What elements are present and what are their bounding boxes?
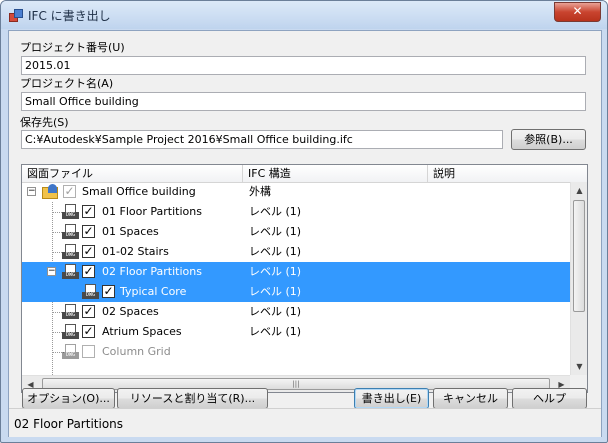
ifc-structure: レベル (1) <box>249 225 302 238</box>
dwg-icon: DWG <box>62 224 79 240</box>
ifc-structure: レベル (1) <box>249 205 302 218</box>
tree-row[interactable]: DWG ✓ 01 Spaces レベル (1) <box>22 222 570 242</box>
scroll-up-icon[interactable]: ▲ <box>571 182 587 199</box>
folder-icon <box>42 184 60 200</box>
tree-row-selected[interactable]: DWG ✓ Typical Core レベル (1) <box>22 282 570 302</box>
drawing-name: Small Office building <box>82 185 196 198</box>
ifc-structure: レベル (1) <box>249 285 302 298</box>
help-button[interactable]: ヘルプ <box>512 388 587 409</box>
drawing-name: 01 Spaces <box>102 225 159 238</box>
dwg-icon: DWG <box>62 324 79 340</box>
collapse-icon[interactable]: − <box>27 187 36 196</box>
project-number-field[interactable]: 2015.01 <box>21 56 586 75</box>
ifc-structure: レベル (1) <box>249 265 302 278</box>
ifc-structure: レベル (1) <box>249 325 302 338</box>
checkbox[interactable]: ✓ <box>82 325 95 338</box>
collapse-icon[interactable]: − <box>47 267 56 276</box>
drawing-name: 02 Spaces <box>102 305 159 318</box>
checkbox[interactable]: ✓ <box>82 245 95 258</box>
title-bar[interactable]: IFC に書き出し ✕ <box>1 1 607 29</box>
tree-row[interactable]: DWG ✓ 01 Floor Partitions レベル (1) <box>22 202 570 222</box>
vertical-scrollbar[interactable]: ▲ ▼ <box>570 182 587 375</box>
drawing-name: Atrium Spaces <box>102 325 182 338</box>
drawing-name: Column Grid <box>102 345 171 358</box>
tree-row[interactable]: DWG Column Grid <box>22 342 570 362</box>
checkbox[interactable]: ✓ <box>82 305 95 318</box>
close-icon: ✕ <box>572 4 583 18</box>
drawing-name: Typical Core <box>120 285 187 298</box>
tree-row-selected[interactable]: − DWG ✓ 02 Floor Partitions レベル (1) <box>22 262 570 282</box>
dialog-body: プロジェクト番号(U) 2015.01 プロジェクト名(A) Small Off… <box>8 30 602 437</box>
checkbox[interactable]: ✓ <box>82 265 95 278</box>
checkbox[interactable] <box>82 345 95 358</box>
checkbox[interactable]: ✓ <box>82 205 95 218</box>
dwg-icon: DWG <box>62 244 79 260</box>
ifc-structure: 外構 <box>249 185 271 198</box>
dwg-icon: DWG <box>82 284 99 300</box>
column-header-description[interactable]: 説明 <box>428 165 587 182</box>
export-button[interactable]: 書き出し(E) <box>354 388 429 409</box>
dwg-icon: DWG <box>62 264 79 280</box>
vertical-scroll-thumb[interactable] <box>573 200 585 312</box>
drawing-name: 02 Floor Partitions <box>102 265 202 278</box>
close-button[interactable]: ✕ <box>554 2 601 22</box>
project-number-label: プロジェクト番号(U) <box>20 41 125 54</box>
checkbox[interactable]: ✓ <box>102 285 115 298</box>
checkbox[interactable]: ✓ <box>82 225 95 238</box>
ifc-structure: レベル (1) <box>249 305 302 318</box>
drawing-name: 01-02 Stairs <box>102 245 169 258</box>
grip-icon: ||| <box>292 380 300 388</box>
options-button[interactable]: オプション(O)... <box>22 388 115 409</box>
app-icon <box>9 9 23 22</box>
tree-row[interactable]: DWG ✓ Atrium Spaces レベル (1) <box>22 322 570 342</box>
dwg-icon: DWG <box>62 204 79 220</box>
save-path-field[interactable]: C:¥Autodesk¥Sample Project 2016¥Small Of… <box>21 130 503 149</box>
status-text: 02 Floor Partitions <box>14 417 124 431</box>
dwg-icon: DWG <box>62 344 79 360</box>
dialog-window: IFC に書き出し ✕ プロジェクト番号(U) 2015.01 プロジェクト名(… <box>0 0 608 443</box>
resources-button[interactable]: リソースと割り当て(R)... <box>117 388 268 409</box>
tree-header: 図面ファイル IFC 構造 説明 <box>22 165 587 183</box>
window-title: IFC に書き出し <box>28 9 111 23</box>
project-name-field[interactable]: Small Office building <box>21 92 586 111</box>
save-to-label: 保存先(S) <box>20 116 69 129</box>
column-header-drawing[interactable]: 図面ファイル <box>22 165 243 182</box>
drawing-name: 01 Floor Partitions <box>102 205 202 218</box>
tree-row[interactable]: DWG ✓ 02 Spaces レベル (1) <box>22 302 570 322</box>
tree-row[interactable]: DWG ✓ 01-02 Stairs レベル (1) <box>22 242 570 262</box>
scroll-down-icon[interactable]: ▼ <box>571 358 587 375</box>
column-header-ifc[interactable]: IFC 構造 <box>243 165 428 182</box>
checkbox[interactable]: ✓ <box>63 185 76 198</box>
status-bar: 02 Floor Partitions <box>9 408 601 437</box>
project-name-label: プロジェクト名(A) <box>20 77 114 90</box>
tree-row[interactable]: − ✓ Small Office building 外構 <box>22 182 570 202</box>
browse-button[interactable]: 参照(B)... <box>511 129 586 150</box>
ifc-structure: レベル (1) <box>249 245 302 258</box>
drawing-tree[interactable]: 図面ファイル IFC 構造 説明 − ✓ Small Office buildi… <box>21 164 588 393</box>
dwg-icon: DWG <box>62 304 79 320</box>
cancel-button[interactable]: キャンセル <box>433 388 508 409</box>
